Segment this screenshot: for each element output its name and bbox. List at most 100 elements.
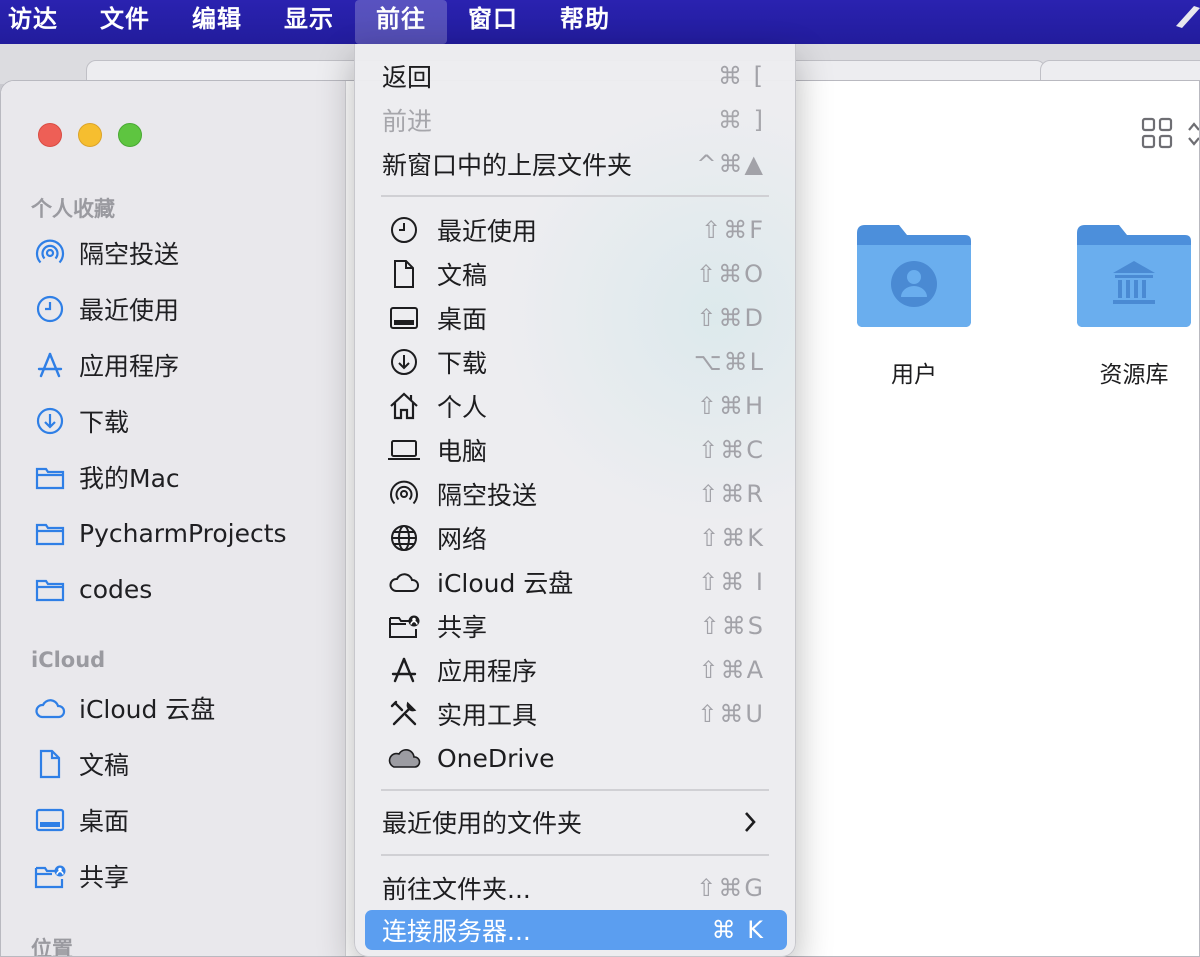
menu-item-applications[interactable]: 应用程序 ⇧⌘A: [365, 650, 787, 690]
clock-icon: [33, 292, 67, 326]
sidebar-item-label: 我的Mac: [79, 464, 180, 493]
sidebar-item-shared[interactable]: 共享: [33, 856, 333, 896]
menu-item-label: 网络: [437, 525, 488, 554]
desktop-icon: [385, 301, 423, 335]
menu-item-utilities[interactable]: 实用工具 ⇧⌘U: [365, 694, 787, 734]
menu-item-label: 最近使用的文件夹: [382, 809, 583, 838]
menu-item-icloud-drive[interactable]: iCloud 云盘 ⇧⌘ I: [365, 562, 787, 602]
menu-item-downloads[interactable]: 下载 ⌥⌘L: [365, 342, 787, 382]
menu-item-documents[interactable]: 文稿 ⇧⌘O: [365, 254, 787, 294]
menu-item-label: 电脑: [437, 437, 488, 466]
clock-icon: [385, 213, 423, 247]
menubar-item-help[interactable]: 帮助: [539, 0, 631, 44]
menu-item-label: 桌面: [437, 305, 488, 334]
menu-item-shortcut: ⇧⌘F: [701, 216, 765, 244]
menu-item-shortcut: ⇧⌘G: [696, 874, 765, 902]
cloud-icon: [385, 565, 423, 599]
menu-item-desktop[interactable]: 桌面 ⇧⌘D: [365, 298, 787, 338]
download-icon: [33, 404, 67, 438]
menubar-item-go[interactable]: 前往: [355, 0, 447, 44]
sidebar-item-label: 隔空投送: [79, 240, 180, 269]
menu-item-label: OneDrive: [437, 743, 555, 773]
sidebar-item-applications[interactable]: 应用程序: [33, 345, 333, 385]
menu-item-shortcut: ⇧⌘R: [698, 480, 765, 508]
menu-item-label: 连接服务器...: [382, 917, 531, 946]
sidebar-item-label: PycharmProjects: [79, 518, 287, 548]
sidebar-item-pycharmprojects[interactable]: PycharmProjects: [33, 513, 333, 553]
sidebar-item-recents[interactable]: 最近使用: [33, 289, 333, 329]
go-menu: 返回 ⌘ [ 前进 ⌘ ] 新窗口中的上层文件夹 ^⌘▲ 最近使用 ⇧⌘F 文稿…: [354, 44, 796, 957]
menu-item-onedrive[interactable]: OneDrive: [365, 738, 787, 778]
menubar-item-file[interactable]: 文件: [79, 0, 171, 44]
sidebar-item-documents[interactable]: 文稿: [33, 744, 333, 784]
chevron-right-icon: [745, 812, 756, 832]
sidebar-item-label: iCloud 云盘: [79, 695, 216, 724]
menu-item-label: 实用工具: [437, 701, 538, 730]
onedrive-cloud-icon: [385, 741, 423, 775]
laptop-icon: [385, 433, 423, 467]
menu-item-airdrop[interactable]: 隔空投送 ⇧⌘R: [365, 474, 787, 514]
folder-label-library: 资源库: [1099, 362, 1169, 388]
folder-icon: [33, 460, 67, 494]
applications-icon: [33, 348, 67, 382]
menubar-item-view[interactable]: 显示: [263, 0, 355, 44]
sidebar-item-icloud-drive[interactable]: iCloud 云盘: [33, 688, 333, 728]
shared-folder-icon: [385, 609, 423, 643]
sidebar-item-codes[interactable]: codes: [33, 569, 333, 609]
sidebar-item-my-mac[interactable]: 我的Mac: [33, 457, 333, 497]
close-button[interactable]: [38, 123, 62, 147]
sidebar-item-label: 共享: [79, 863, 130, 892]
menu-item-shortcut: ⇧⌘K: [699, 524, 765, 552]
minimize-button[interactable]: [78, 123, 102, 147]
menubar-item-edit[interactable]: 编辑: [171, 0, 263, 44]
cloud-icon: [33, 691, 67, 725]
shared-folder-icon: [33, 859, 67, 893]
sidebar-section-locations: 位置: [31, 937, 73, 957]
menu-item-shortcut: ⌘ ]: [718, 106, 765, 134]
menu-item-label: 前进: [382, 107, 433, 136]
sidebar-item-airdrop[interactable]: 隔空投送: [33, 233, 333, 273]
menu-item-shared[interactable]: 共享 ⇧⌘S: [365, 606, 787, 646]
menu-item-label: 文稿: [437, 261, 488, 290]
grid-view-icon[interactable]: [1141, 117, 1173, 149]
menu-item-connect-server[interactable]: 连接服务器... ⌘ K: [365, 910, 787, 950]
menu-item-label: 隔空投送: [437, 481, 538, 510]
menu-item-label: 新窗口中的上层文件夹: [382, 151, 633, 180]
menu-item-recents[interactable]: 最近使用 ⇧⌘F: [365, 210, 787, 250]
menu-item-shortcut: ⌥⌘L: [693, 348, 765, 376]
folder-icon: [33, 516, 67, 550]
menu-item-home[interactable]: 个人 ⇧⌘H: [365, 386, 787, 426]
menu-item-goto-folder[interactable]: 前往文件夹... ⇧⌘G: [365, 868, 787, 908]
menu-item-label: 最近使用: [437, 217, 538, 246]
sidebar-item-desktop[interactable]: 桌面: [33, 800, 333, 840]
pen-icon[interactable]: [1174, 6, 1200, 36]
menu-item-recent-folders[interactable]: 最近使用的文件夹: [365, 802, 787, 842]
menubar-item-finder[interactable]: 访达: [8, 0, 79, 44]
menu-separator: [381, 195, 769, 197]
menu-item-back[interactable]: 返回 ⌘ [: [365, 56, 787, 96]
menu-item-shortcut: ⇧⌘H: [696, 392, 765, 420]
menu-item-network[interactable]: 网络 ⇧⌘K: [365, 518, 787, 558]
menu-item-label: 返回: [382, 63, 433, 92]
sidebar-item-label: 文稿: [79, 751, 130, 780]
menu-item-shortcut: ⌘ [: [718, 62, 765, 90]
chevron-updown-icon[interactable]: [1187, 119, 1200, 149]
document-icon: [385, 257, 423, 291]
menu-item-enclosing-folder[interactable]: 新窗口中的上层文件夹 ^⌘▲: [365, 144, 787, 184]
library-folder-icon[interactable]: [1073, 221, 1195, 331]
sidebar: 个人收藏 隔空投送 最近使用 应用程序 下载 我的Mac PycharmProj…: [1, 81, 346, 957]
menu-item-shortcut: ⇧⌘ I: [698, 568, 765, 596]
menu-item-shortcut: ^⌘▲: [696, 150, 765, 178]
home-icon: [385, 389, 423, 423]
menu-item-forward[interactable]: 前进 ⌘ ]: [365, 100, 787, 140]
folder-icon: [33, 572, 67, 606]
menu-item-shortcut: ⇧⌘C: [698, 436, 765, 464]
users-folder-icon[interactable]: [853, 221, 975, 331]
menu-item-shortcut: ⇧⌘S: [699, 612, 765, 640]
zoom-button[interactable]: [118, 123, 142, 147]
sidebar-item-downloads[interactable]: 下载: [33, 401, 333, 441]
menu-item-computer[interactable]: 电脑 ⇧⌘C: [365, 430, 787, 470]
menu-item-label: 应用程序: [437, 657, 538, 686]
folder-label-users: 用户: [891, 362, 937, 388]
menubar-item-window[interactable]: 窗口: [447, 0, 539, 44]
